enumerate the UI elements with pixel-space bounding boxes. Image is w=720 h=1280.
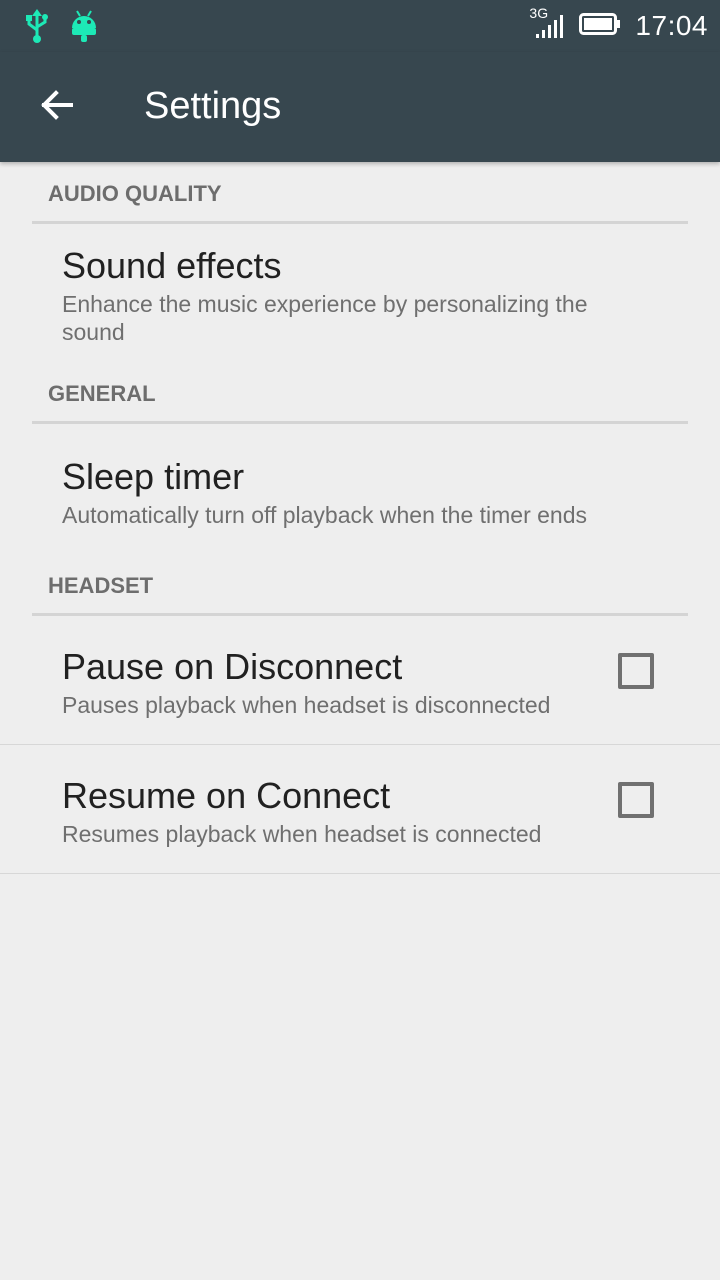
- arrow-back-icon: [39, 87, 75, 128]
- notification-icons: [22, 8, 98, 49]
- pref-title: Sleep timer: [62, 456, 245, 497]
- back-button[interactable]: [30, 80, 84, 134]
- settings-list[interactable]: AUDIO QUALITY Sound effects Enhance the …: [0, 162, 720, 874]
- section-header-general: GENERAL: [0, 362, 720, 424]
- system-icons: 3G 17:04: [529, 0, 708, 52]
- section-header-label: AUDIO QUALITY: [48, 181, 222, 206]
- pref-title: Sound effects: [62, 245, 282, 286]
- pref-sleep-timer[interactable]: Sleep timer Automatically turn off playb…: [0, 424, 720, 554]
- resume-on-connect-checkbox[interactable]: [618, 782, 654, 818]
- app-bar: Settings: [0, 52, 720, 162]
- pref-summary: Resumes playback when headset is connect…: [62, 821, 542, 847]
- usb-icon: [22, 8, 52, 49]
- pause-on-disconnect-checkbox[interactable]: [618, 653, 654, 689]
- signal-indicator: 3G: [529, 0, 571, 52]
- pref-summary: Enhance the music experience by personal…: [62, 291, 588, 345]
- section-header-label: HEADSET: [48, 573, 154, 598]
- pref-resume-on-connect[interactable]: Resume on Connect Resumes playback when …: [0, 745, 720, 874]
- status-bar: 3G 17:04: [0, 0, 720, 52]
- section-header-label: GENERAL: [48, 381, 156, 406]
- section-header-headset: HEADSET: [0, 554, 720, 616]
- pref-summary: Automatically turn off playback when the…: [62, 502, 588, 528]
- pref-sound-effects[interactable]: Sound effects Enhance the music experien…: [0, 224, 720, 362]
- android-icon: [70, 8, 98, 49]
- battery-icon: [579, 12, 621, 41]
- page-title: Settings: [144, 85, 282, 127]
- pref-pause-on-disconnect[interactable]: Pause on Disconnect Pauses playback when…: [0, 616, 720, 745]
- section-header-audio-quality: AUDIO QUALITY: [0, 162, 720, 224]
- status-clock: 17:04: [635, 10, 708, 41]
- pref-summary: Pauses playback when headset is disconne…: [62, 692, 551, 718]
